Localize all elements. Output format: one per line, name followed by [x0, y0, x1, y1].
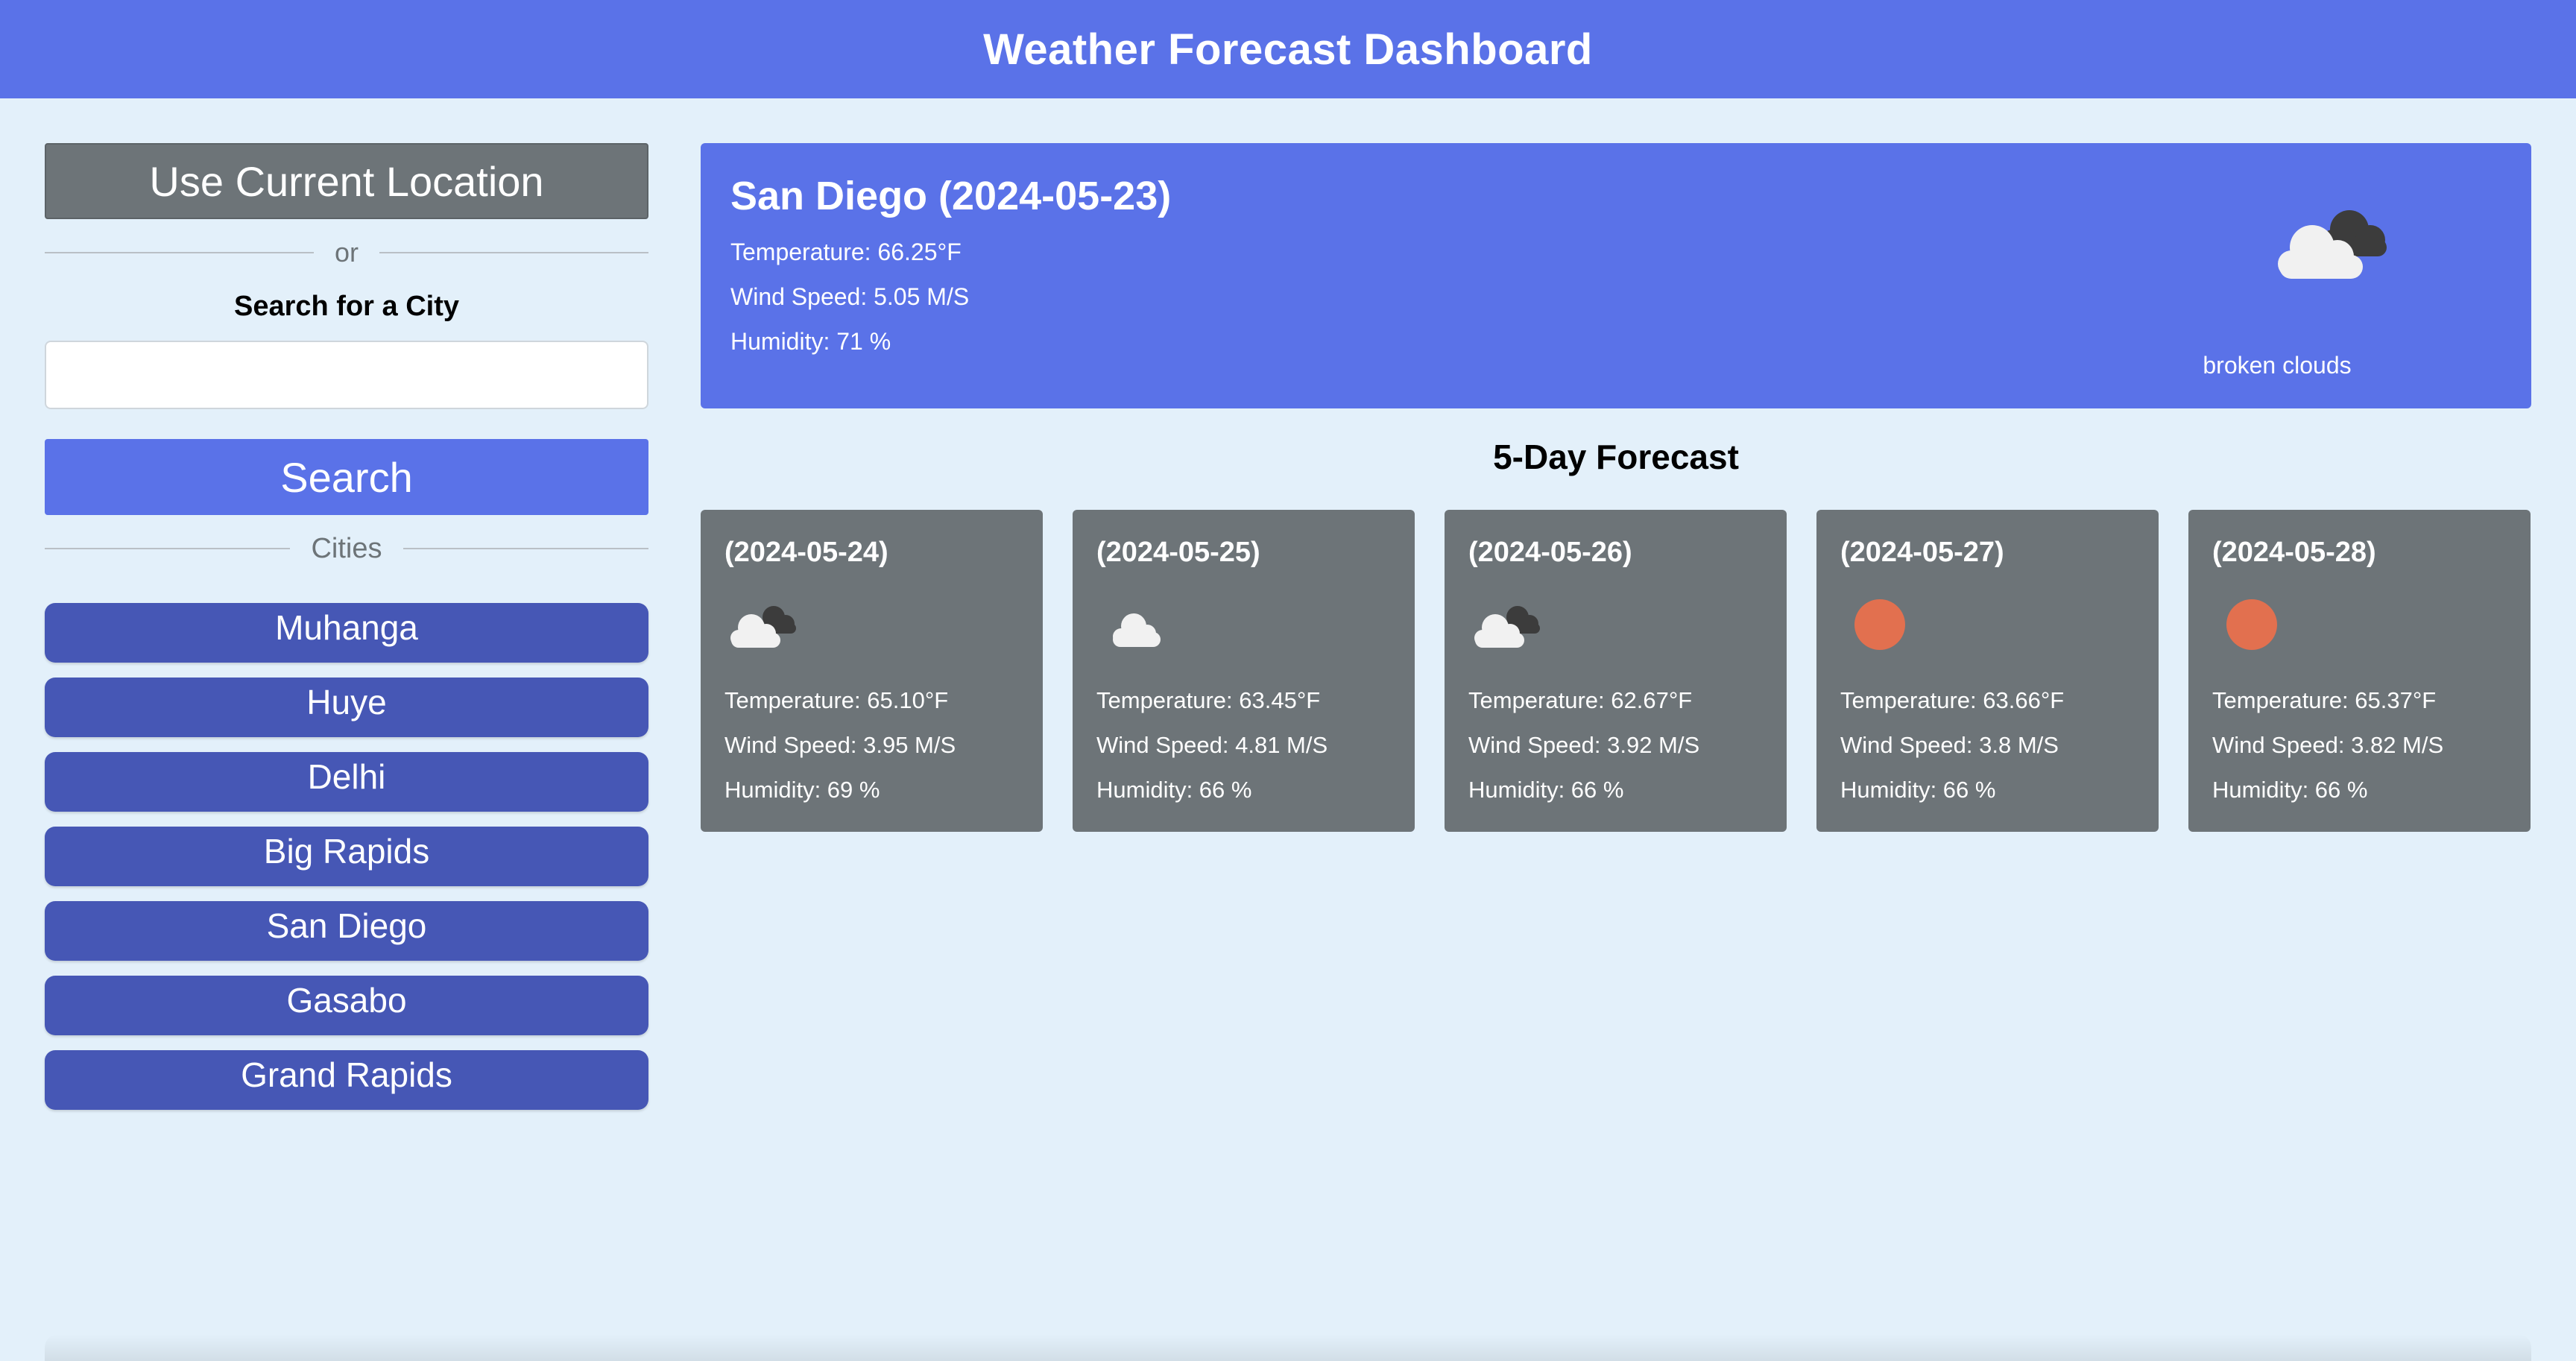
forecast-wind-speed: Wind Speed: 3.95 M/S	[724, 732, 956, 758]
forecast-humidity: Humidity: 66 %	[1096, 777, 1252, 803]
clear-sky-sun-icon	[1854, 599, 1905, 650]
forecast-humidity: Humidity: 66 %	[1840, 777, 1996, 803]
forecast-card: (2024-05-24) Temperature: 65.10°F Wind S…	[701, 510, 1043, 832]
use-current-location-button[interactable]: Use Current Location	[45, 143, 648, 219]
broken-clouds-icon	[1474, 606, 1540, 648]
forecast-card: (2024-05-28) Temperature: 65.37°F Wind S…	[2188, 510, 2531, 832]
forecast-card: (2024-05-25) Temperature: 63.45°F Wind S…	[1073, 510, 1415, 832]
city-button-huye[interactable]: Huye	[45, 678, 648, 737]
broken-clouds-icon	[730, 606, 796, 648]
city-button-big-rapids[interactable]: Big Rapids	[45, 827, 648, 886]
forecast-temperature: Temperature: 63.66°F	[1840, 687, 2065, 713]
cities-divider: Cities	[45, 528, 648, 569]
divider-line	[45, 252, 314, 253]
forecast-temperature: Temperature: 65.10°F	[724, 687, 949, 713]
forecast-wind-speed: Wind Speed: 4.81 M/S	[1096, 732, 1328, 758]
city-button-gasabo[interactable]: Gasabo	[45, 976, 648, 1035]
divider-line	[402, 548, 648, 549]
current-city-title: San Diego (2024-05-23)	[730, 174, 1172, 218]
header-bar: Weather Forecast Dashboard	[0, 0, 2576, 98]
current-description: broken clouds	[2203, 352, 2352, 379]
forecast-temperature: Temperature: 62.67°F	[1468, 687, 1693, 713]
forecast-date: (2024-05-26)	[1468, 537, 1632, 568]
current-weather-card: San Diego (2024-05-23) Temperature: 66.2…	[701, 143, 2531, 408]
city-search-input[interactable]	[45, 341, 648, 409]
search-button[interactable]: Search	[45, 439, 648, 515]
city-history-list: Muhanga Huye Delhi Big Rapids San Diego …	[45, 603, 648, 1110]
cities-label: Cities	[311, 532, 382, 564]
or-label: or	[335, 237, 359, 268]
city-button-san-diego[interactable]: San Diego	[45, 901, 648, 961]
forecast-row: (2024-05-24) Temperature: 65.10°F Wind S…	[701, 510, 2531, 832]
page-title: Weather Forecast Dashboard	[983, 25, 1593, 74]
forecast-card: (2024-05-26) Temperature: 62.67°F Wind S…	[1445, 510, 1787, 832]
current-temperature: Temperature: 66.25°F	[730, 239, 962, 265]
forecast-humidity: Humidity: 69 %	[724, 777, 880, 803]
current-wind-speed: Wind Speed: 5.05 M/S	[730, 283, 970, 310]
few-clouds-icon	[1113, 613, 1161, 647]
city-button-delhi[interactable]: Delhi	[45, 752, 648, 812]
forecast-wind-speed: Wind Speed: 3.92 M/S	[1468, 732, 1700, 758]
city-button-muhanga[interactable]: Muhanga	[45, 603, 648, 663]
city-button-grand-rapids[interactable]: Grand Rapids	[45, 1050, 648, 1110]
forecast-date: (2024-05-24)	[724, 537, 888, 568]
forecast-humidity: Humidity: 66 %	[2212, 777, 2368, 803]
forecast-wind-speed: Wind Speed: 3.82 M/S	[2212, 732, 2444, 758]
divider-line	[45, 548, 291, 549]
forecast-heading: 5-Day Forecast	[1493, 438, 1739, 476]
broken-clouds-icon	[2278, 210, 2387, 279]
forecast-temperature: Temperature: 63.45°F	[1096, 687, 1321, 713]
forecast-date: (2024-05-27)	[1840, 537, 2004, 568]
current-humidity: Humidity: 71 %	[730, 328, 891, 355]
bottom-shadow	[45, 1334, 2531, 1361]
forecast-temperature: Temperature: 65.37°F	[2212, 687, 2437, 713]
clear-sky-sun-icon	[2226, 599, 2277, 650]
forecast-humidity: Humidity: 66 %	[1468, 777, 1624, 803]
or-divider: or	[45, 234, 649, 271]
forecast-date: (2024-05-28)	[2212, 537, 2376, 568]
forecast-card: (2024-05-27) Temperature: 63.66°F Wind S…	[1816, 510, 2159, 832]
forecast-wind-speed: Wind Speed: 3.8 M/S	[1840, 732, 2059, 758]
sidebar: Use Current Location or Search for a Cit…	[45, 143, 649, 1110]
divider-line	[379, 252, 649, 253]
search-city-label: Search for a City	[234, 291, 459, 322]
forecast-date: (2024-05-25)	[1096, 537, 1260, 568]
